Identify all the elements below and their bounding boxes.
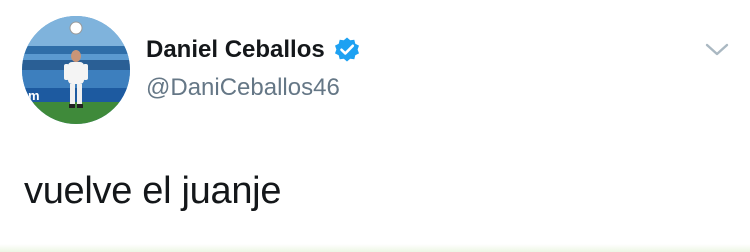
bottom-divider [0,244,750,252]
author-name-row[interactable]: Daniel Ceballos [146,34,361,66]
author-display-name[interactable]: Daniel Ceballos [146,36,325,64]
chevron-down-icon[interactable] [704,40,730,60]
svg-text:m: m [28,88,40,103]
avatar-photo-icon: m [22,16,130,124]
author-handle[interactable]: @DaniCeballos46 [146,74,340,102]
verified-badge-icon [333,36,361,64]
tweet-text: vuelve el juanje [24,170,282,212]
avatar[interactable]: m [22,16,130,124]
tweet-card: m Daniel Ceballos @DaniCeballos46 vuelve… [0,0,750,252]
